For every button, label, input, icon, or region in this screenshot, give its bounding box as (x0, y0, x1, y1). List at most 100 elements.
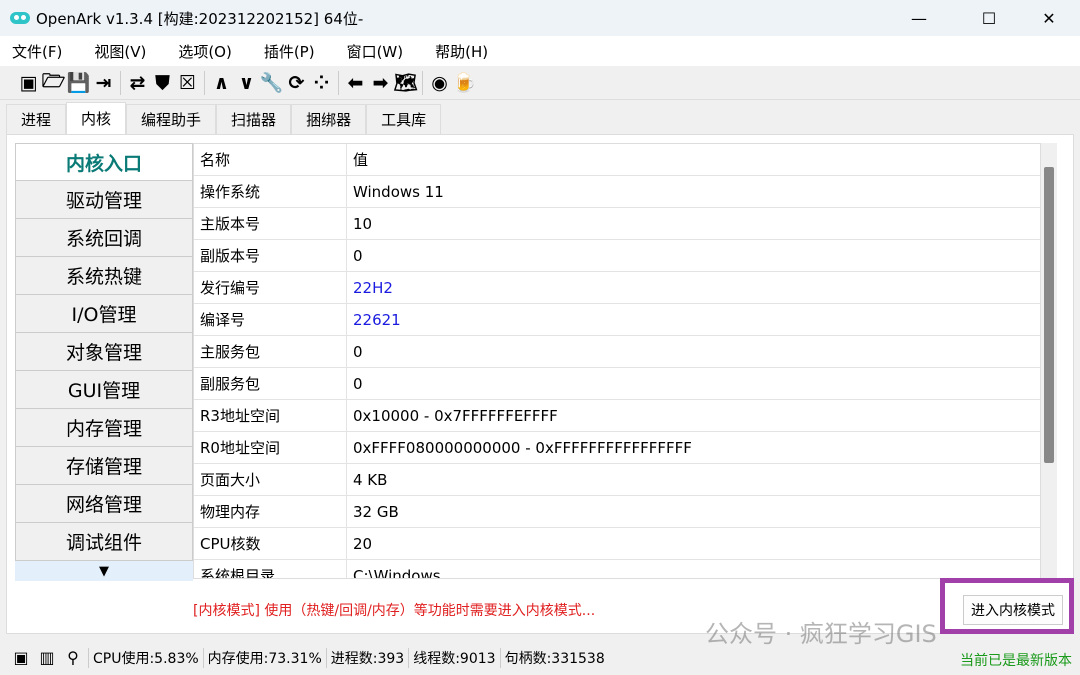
row-value: 22H2 (347, 279, 393, 297)
close-box-icon[interactable]: ☒ (175, 70, 200, 95)
table-row[interactable]: R0地址空间0xFFFF080000000000 - 0xFFFFFFFFFFF… (194, 432, 1040, 464)
route-icon[interactable]: ⇄ (125, 70, 150, 95)
toolbar: ▣🗁💾⇥ ⇄⛊☒ ∧∨🔧⟳⁘ ⬅➡🗺 ◉🍺 (0, 66, 1080, 100)
version-status: 当前已是最新版本 (960, 650, 1072, 670)
table-row[interactable]: 操作系统Windows 11 (194, 176, 1040, 208)
row-name: R0地址空间 (194, 432, 347, 463)
nav-item[interactable]: 驱动管理 (15, 181, 193, 219)
table-row[interactable]: 系统根目录C:\Windows (194, 560, 1040, 579)
toolbar-separator (338, 71, 339, 95)
app-logo-icon (10, 12, 30, 24)
kernel-nav: 内核入口驱动管理系统回调系统热键I/O管理对象管理GUI管理内存管理存储管理网络… (15, 143, 193, 581)
nav-item[interactable]: 存储管理 (15, 447, 193, 485)
table-row[interactable]: 主服务包0 (194, 336, 1040, 368)
table-row[interactable]: CPU核数20 (194, 528, 1040, 560)
row-value: 20 (347, 535, 372, 553)
row-name: 系统根目录 (194, 560, 347, 579)
grid-icon[interactable]: ⁘ (309, 70, 334, 95)
beer-icon[interactable]: 🍺 (452, 70, 477, 95)
column-header-name[interactable]: 名称 (194, 144, 347, 175)
nav-item[interactable]: 内存管理 (15, 409, 193, 447)
table-row[interactable]: 物理内存32 GB (194, 496, 1040, 528)
tab-toolkit[interactable]: 工具库 (366, 104, 441, 134)
nav-item[interactable]: 系统热键 (15, 257, 193, 295)
tab-scanner[interactable]: 扫描器 (216, 104, 291, 134)
table-row[interactable]: 副服务包0 (194, 368, 1040, 400)
row-name: 发行编号 (194, 272, 347, 303)
close-button[interactable]: ✕ (1026, 0, 1072, 36)
table-row[interactable]: 编译号22621 (194, 304, 1040, 336)
table-row[interactable]: 页面大小4 KB (194, 464, 1040, 496)
status-bar: ▣ ▥ ⚲ CPU使用:5.83% 内存使用:73.31% 进程数:393 线程… (0, 640, 1080, 675)
nav-item[interactable]: 内核入口 (15, 143, 193, 181)
table-row[interactable]: R3地址空间0x10000 - 0x7FFFFFFEFFFF (194, 400, 1040, 432)
table-row[interactable]: 发行编号22H2 (194, 272, 1040, 304)
toolbar-separator (204, 71, 205, 95)
row-name: 物理内存 (194, 496, 347, 527)
nav-item[interactable]: 调试组件 (15, 523, 193, 561)
column-header-value[interactable]: 值 (347, 149, 368, 170)
menu-window[interactable]: 窗口(W) (347, 41, 404, 62)
table-row[interactable]: 主版本号10 (194, 208, 1040, 240)
menu-plugins[interactable]: 插件(P) (264, 41, 315, 62)
maximize-button[interactable]: ☐ (966, 0, 1012, 36)
row-name: 副服务包 (194, 368, 347, 399)
nav-item[interactable]: I/O管理 (15, 295, 193, 333)
vertical-scrollbar[interactable] (1041, 143, 1057, 579)
tab-bundler[interactable]: 捆绑器 (291, 104, 366, 134)
kernel-pane: 内核入口驱动管理系统回调系统热键I/O管理对象管理GUI管理内存管理存储管理网络… (6, 134, 1074, 634)
nav-item[interactable]: 网络管理 (15, 485, 193, 523)
arrow-right-icon[interactable]: ➡ (368, 70, 393, 95)
toolbar-separator (422, 71, 423, 95)
chevron-down-icon[interactable]: ∨ (234, 70, 259, 95)
menu-bar: 文件(F) 视图(V) 选项(O) 插件(P) 窗口(W) 帮助(H) (0, 36, 1080, 66)
row-value: 0x10000 - 0x7FFFFFFEFFFF (347, 407, 558, 425)
open-folder-icon[interactable]: 🗁 (41, 70, 66, 95)
title-bar: OpenArk v1.3.4 [构建:202312202152] 64位- — … (0, 0, 1080, 36)
nav-item[interactable]: 系统回调 (15, 219, 193, 257)
console-icon[interactable]: ▣ (10, 647, 32, 669)
search-icon[interactable]: ⚲ (62, 647, 84, 669)
scrollbar-thumb[interactable] (1044, 167, 1054, 463)
console-icon[interactable]: ▣ (16, 70, 41, 95)
chevron-up-icon[interactable]: ∧ (209, 70, 234, 95)
handle-count: 句柄数:331538 (500, 648, 609, 668)
tab-kernel[interactable]: 内核 (66, 102, 126, 134)
menu-view[interactable]: 视图(V) (94, 41, 146, 62)
row-value: C:\Windows (347, 567, 441, 580)
arrow-left-icon[interactable]: ⬅ (343, 70, 368, 95)
row-name: R3地址空间 (194, 400, 347, 431)
row-name: 操作系统 (194, 176, 347, 207)
github-icon[interactable]: ◉ (427, 70, 452, 95)
menu-file[interactable]: 文件(F) (12, 41, 62, 62)
nav-scroll-down-button[interactable]: ▼ (15, 561, 193, 581)
cpu-usage: CPU使用:5.83% (88, 648, 203, 668)
row-name: 副版本号 (194, 240, 347, 271)
nav-item[interactable]: 对象管理 (15, 333, 193, 371)
map-icon[interactable]: 🗺 (393, 70, 418, 95)
save-icon[interactable]: 💾 (66, 70, 91, 95)
row-value: 0xFFFF080000000000 - 0xFFFFFFFFFFFFFFFF (347, 439, 692, 457)
nav-item[interactable]: GUI管理 (15, 371, 193, 409)
minimize-button[interactable]: — (896, 0, 942, 36)
process-count: 进程数:393 (326, 648, 408, 668)
map-icon[interactable]: ▥ (36, 647, 58, 669)
highlight-box (940, 578, 1074, 634)
row-value: 0 (347, 247, 363, 265)
row-name: 编译号 (194, 304, 347, 335)
row-value: 4 KB (347, 471, 387, 489)
tab-coder[interactable]: 编程助手 (126, 104, 216, 134)
menu-help[interactable]: 帮助(H) (435, 41, 488, 62)
wrench-icon[interactable]: 🔧 (259, 70, 284, 95)
row-name: CPU核数 (194, 528, 347, 559)
menu-options[interactable]: 选项(O) (178, 41, 232, 62)
kernel-info-table: 名称 值 操作系统Windows 11主版本号10副版本号0发行编号22H2编译… (193, 143, 1041, 579)
shield-icon[interactable]: ⛊ (150, 70, 175, 95)
refresh-icon[interactable]: ⟳ (284, 70, 309, 95)
export-icon[interactable]: ⇥ (91, 70, 116, 95)
tab-process[interactable]: 进程 (6, 104, 66, 134)
row-value: 32 GB (347, 503, 399, 521)
memory-usage: 内存使用:73.31% (203, 648, 326, 668)
row-name: 主服务包 (194, 336, 347, 367)
table-row[interactable]: 副版本号0 (194, 240, 1040, 272)
